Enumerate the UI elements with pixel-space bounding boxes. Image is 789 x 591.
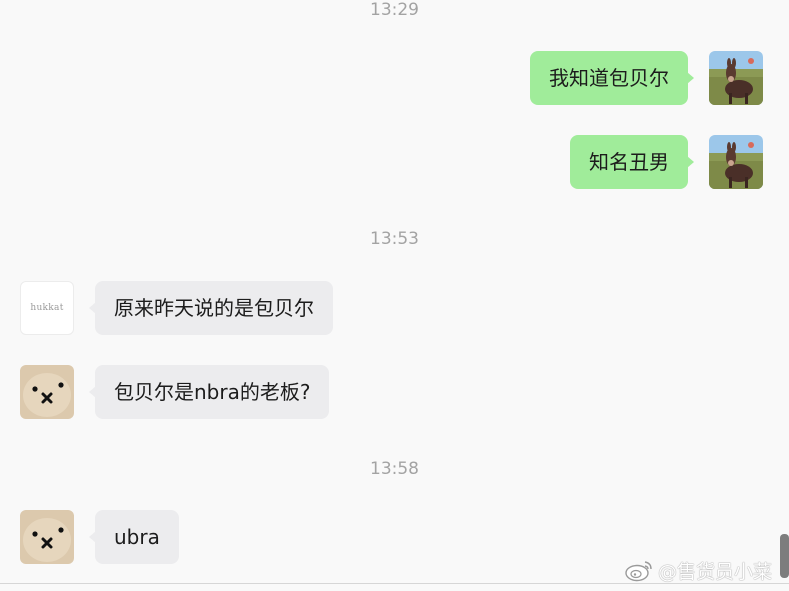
message-bubble-incoming[interactable]: ubra: [89, 510, 179, 564]
message-bubble-outgoing[interactable]: 知名丑男: [570, 135, 694, 189]
message-bubble-outgoing[interactable]: 我知道包贝尔: [530, 51, 694, 105]
input-area-edge[interactable]: [0, 583, 789, 591]
bunny-face-avatar[interactable]: [20, 510, 74, 564]
timestamp: 13:53: [370, 229, 419, 249]
donkey-avatar[interactable]: [709, 135, 763, 189]
bunny-face-avatar[interactable]: [20, 365, 74, 419]
hukkat-logo-avatar[interactable]: hukkat: [20, 281, 74, 335]
message-bubble-incoming[interactable]: 包贝尔是nbra的老板?: [88, 365, 330, 419]
chat-window: 13:29 我知道包贝尔 知名丑男 13:53 hukkat 原来昨天说的是包贝…: [0, 0, 789, 591]
weibo-icon: [625, 561, 652, 582]
timestamp: 13:58: [370, 459, 419, 479]
watermark: @售货员小菜: [624, 556, 772, 584]
watermark-text: @售货员小菜: [658, 560, 773, 583]
donkey-avatar[interactable]: [709, 51, 763, 105]
scrollbar-thumb[interactable]: [780, 534, 789, 578]
message-bubble-incoming[interactable]: 原来昨天说的是包贝尔: [89, 281, 333, 335]
timestamp: 13:29: [370, 0, 419, 20]
logo-text: hukkat: [30, 303, 64, 313]
